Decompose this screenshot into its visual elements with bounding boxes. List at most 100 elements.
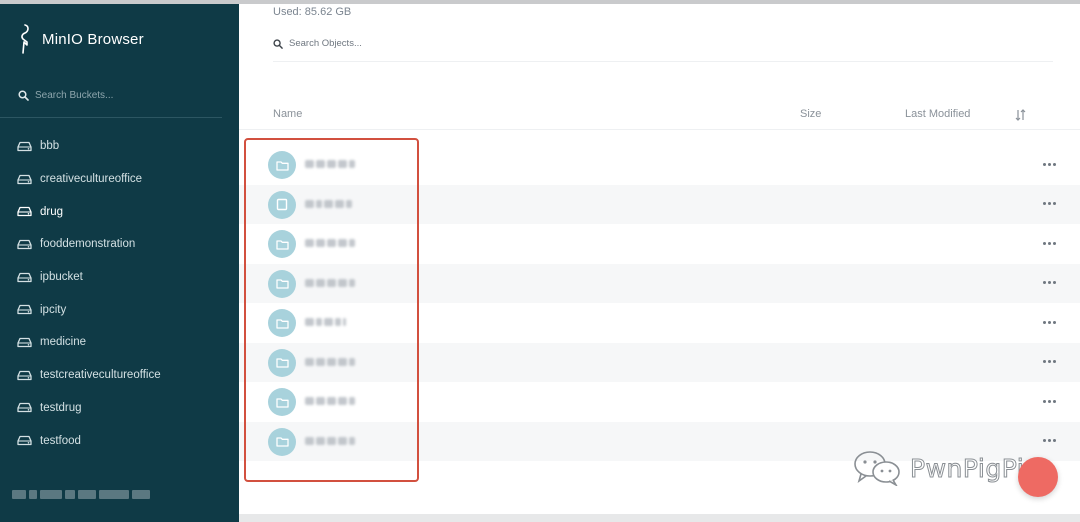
bucket-label: ipcity <box>40 303 67 316</box>
bucket-item-bbb[interactable]: bbb <box>0 130 239 163</box>
folder-badge[interactable] <box>268 309 296 337</box>
hard-drive-icon <box>17 370 32 380</box>
folder-icon <box>275 239 289 250</box>
object-browser: Used: 85.62 GB Name Size Last Modified <box>239 4 1080 522</box>
more-actions-button[interactable] <box>1037 394 1061 408</box>
folder-badge[interactable] <box>268 230 296 258</box>
bucket-search[interactable] <box>18 90 205 101</box>
bucket-label: testfood <box>40 434 81 447</box>
hard-drive-icon <box>17 272 32 282</box>
bucket-item-medicine[interactable]: medicine <box>0 326 239 359</box>
folder-icon <box>275 279 289 289</box>
column-size[interactable]: Size <box>800 108 821 120</box>
table-row[interactable] <box>239 184 1080 224</box>
bucket-item-creativecultureoffice[interactable]: creativecultureoffice <box>0 163 239 196</box>
dot <box>1042 281 1046 284</box>
hard-drive-icon <box>17 337 32 348</box>
folder-badge[interactable] <box>268 427 296 456</box>
add-fab-button[interactable] <box>1018 457 1058 497</box>
bottom-scrollbar[interactable] <box>239 514 1080 522</box>
hard-drive-icon <box>17 403 32 413</box>
dot <box>1052 202 1056 205</box>
object-search-input[interactable] <box>289 38 489 49</box>
more-actions-button[interactable] <box>1037 434 1061 448</box>
dot <box>1042 399 1046 403</box>
more-actions-button[interactable] <box>1037 236 1061 250</box>
object-name-blurred <box>305 199 352 208</box>
dot <box>1047 399 1051 403</box>
bucket-item-testcreativecultureoffice[interactable]: testcreativecultureoffice <box>0 359 239 392</box>
dot <box>1042 241 1046 245</box>
dot <box>1042 162 1046 166</box>
dot <box>1052 399 1056 403</box>
minio-bird-icon <box>21 24 29 54</box>
bucket-label: drug <box>40 205 64 218</box>
dot <box>1047 162 1051 166</box>
hard-drive-icon <box>17 239 32 250</box>
column-last-modified[interactable]: Last Modified <box>905 108 970 120</box>
bucket-label: testcreativecultureoffice <box>40 369 161 382</box>
bucket-label: bbb <box>40 140 60 153</box>
more-actions-button[interactable] <box>1037 355 1061 369</box>
bucket-item-ipbucket[interactable]: ipbucket <box>0 261 239 294</box>
object-search[interactable] <box>273 38 489 49</box>
brand: MinIO Browser <box>18 24 144 54</box>
dot <box>1042 320 1046 324</box>
storage-used: Used: 85.62 GB <box>273 6 352 18</box>
bucket-item-drug[interactable]: drug <box>0 195 239 228</box>
more-actions-button[interactable] <box>1037 276 1061 290</box>
object-name-blurred <box>305 357 355 366</box>
object-name-blurred <box>305 160 355 168</box>
table-row[interactable] <box>239 342 1080 382</box>
object-name-blurred <box>305 278 355 287</box>
folder-badge[interactable] <box>268 269 296 298</box>
dot <box>1052 162 1056 166</box>
more-actions-button[interactable] <box>1037 157 1061 171</box>
app-title: MinIO Browser <box>42 30 144 48</box>
bucket-item-testdrug[interactable]: testdrug <box>0 392 239 425</box>
dot <box>1047 281 1051 284</box>
bucket-item-fooddemonstration[interactable]: fooddemonstration <box>0 228 239 261</box>
bucket-label: testdrug <box>40 401 82 414</box>
more-actions-button[interactable] <box>1037 197 1061 211</box>
hard-drive-icon <box>17 305 32 315</box>
table-row[interactable] <box>239 224 1080 264</box>
folder-badge[interactable] <box>268 388 296 416</box>
column-name[interactable]: Name <box>273 108 302 120</box>
sort-icon[interactable] <box>1015 109 1026 121</box>
dot <box>1047 360 1051 363</box>
table-row[interactable] <box>239 263 1080 303</box>
file-icon <box>276 198 288 211</box>
dot <box>1052 241 1056 245</box>
watermark: PwnPigPig <box>852 450 1041 486</box>
bucket-search-input[interactable] <box>35 90 205 101</box>
dot <box>1047 241 1051 245</box>
folder-badge[interactable] <box>268 348 296 377</box>
hard-drive-icon <box>17 435 32 446</box>
object-list <box>239 145 1080 461</box>
table-row[interactable] <box>239 382 1080 422</box>
table-row[interactable] <box>239 145 1080 185</box>
file-badge[interactable] <box>268 190 296 219</box>
dot <box>1047 320 1051 324</box>
object-name-blurred <box>305 436 355 445</box>
host-address-blurred <box>12 490 150 499</box>
hard-drive-icon <box>17 174 32 184</box>
table-row[interactable] <box>239 303 1080 343</box>
hard-drive-icon <box>17 207 32 217</box>
more-actions-button[interactable] <box>1037 315 1061 329</box>
folder-icon <box>275 358 289 368</box>
sidebar: MinIO Browser bbb creativecultureoffice dr… <box>0 4 239 522</box>
folder-badge[interactable] <box>268 151 296 179</box>
bucket-label: fooddemonstration <box>40 238 136 251</box>
bucket-label: medicine <box>40 336 87 349</box>
folder-icon <box>275 397 289 408</box>
table-header: Name Size Last Modified <box>239 106 1080 130</box>
bucket-item-testfood[interactable]: testfood <box>0 424 239 457</box>
wechat-icon <box>854 451 900 486</box>
dot <box>1047 439 1051 442</box>
bucket-item-ipcity[interactable]: ipcity <box>0 293 239 326</box>
object-name-blurred <box>305 239 355 247</box>
bucket-list: bbb creativecultureoffice drug fooddemonstr… <box>0 130 239 457</box>
object-name-blurred <box>305 318 346 326</box>
